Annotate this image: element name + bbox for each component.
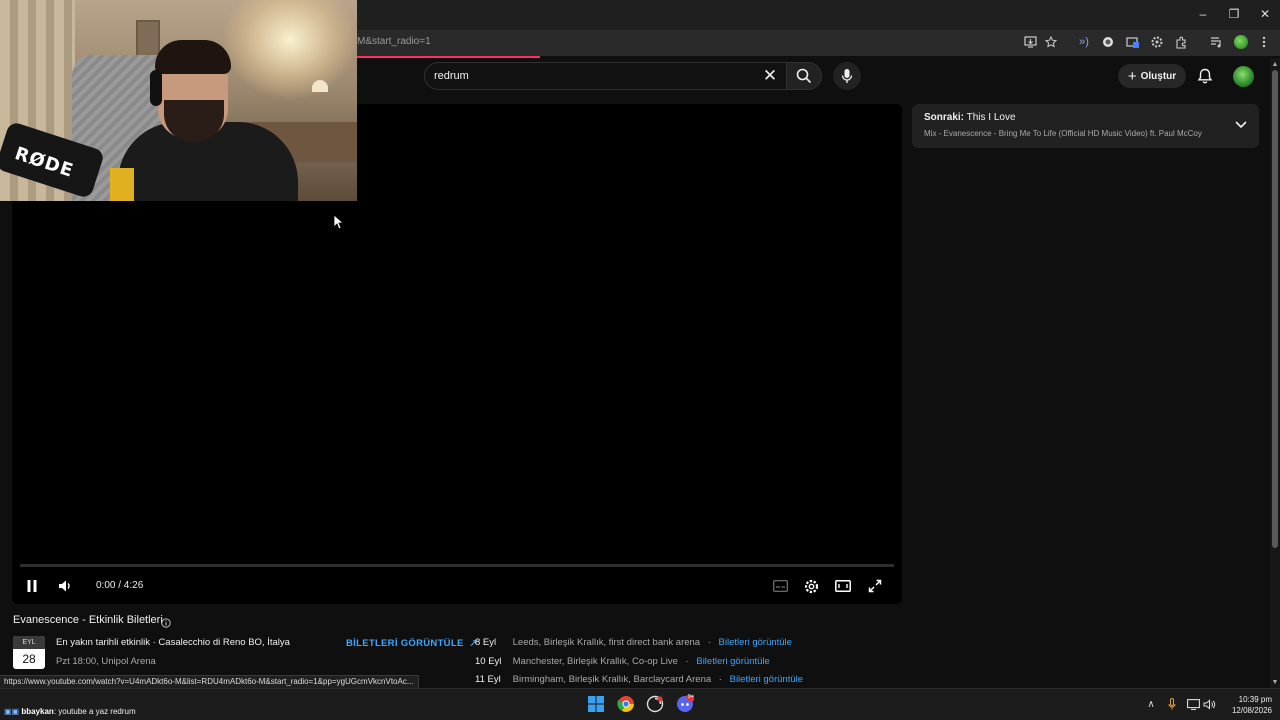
event-place: Birmingham, Birleşik Krallık, Barclaycar… [512,674,712,685]
search-icon [796,68,812,84]
mouse-cursor-icon [333,214,345,230]
settings-button[interactable] [801,576,821,596]
view-tickets-label: BİLETLERİ GÖRÜNTÜLE [346,638,464,649]
webcam-person-hair [155,40,231,74]
search-query[interactable]: redrum [434,70,469,82]
theater-mode-button[interactable] [833,576,853,596]
stream-chat-overlay: ▣▣ bbaykan: youtube a yaz redrum [4,707,136,716]
up-next-card[interactable] [912,104,1259,148]
gear-extension-icon[interactable] [1150,35,1164,49]
bookmark-star-icon[interactable] [1044,35,1058,49]
clock-date: 12/08/2026 [1231,706,1272,715]
up-next-subtitle: Mix - Evanescence - Bring Me To Life (Of… [924,129,1202,138]
search-input[interactable] [424,62,786,90]
discord-badge: 9+ [688,694,694,700]
chrome-taskbar-icon[interactable] [617,695,635,713]
tickets-section-title: Evanescence - Etkinlik Biletleri [13,614,163,626]
chat-badge-icon: ▣▣ [4,707,22,716]
search-button[interactable] [786,62,822,90]
restore-button[interactable]: ❐ [1219,0,1249,28]
scrollbar-thumb[interactable] [1272,70,1278,548]
media-queue-icon[interactable] [1209,35,1223,49]
voice-search-button[interactable] [833,62,861,90]
webcam-mic-mount [110,168,134,201]
webcam-wall-picture [136,20,160,58]
create-button[interactable]: + Oluştur [1118,64,1186,88]
tab-search-extension-icon[interactable] [1126,35,1140,49]
video-time: 0:00 / 4:26 [96,580,144,591]
event-date: 11 Eyl [475,674,501,685]
windows-taskbar [0,688,1280,720]
event-tickets-link[interactable]: Biletleri görüntüle [730,674,803,685]
tray-microphone-icon[interactable] [1165,698,1179,710]
chevron-down-icon[interactable] [1232,118,1250,132]
nearest-event-title: En yakın tarihli etkinlik · Casalecchio … [56,637,290,648]
event-tickets-link[interactable]: Biletleri görüntüle [719,637,792,648]
gear-icon [804,579,818,593]
view-tickets-button[interactable]: BİLETLERİ GÖRÜNTÜLE ↗ [346,638,478,649]
audio-extension-icon[interactable]: ») [1077,35,1091,49]
install-app-icon[interactable] [1023,35,1037,49]
event-tickets-link[interactable]: Biletleri görüntüle [696,656,769,667]
pause-button[interactable] [22,576,42,596]
subtitles-icon [772,580,788,592]
pause-icon [27,580,37,592]
info-icon[interactable] [161,615,171,628]
nearest-event-venue: Pzt 18:00, Unipol Arena [56,656,156,667]
browser-profile-icon[interactable] [1234,35,1248,49]
puzzle-extensions-icon[interactable] [1174,35,1188,49]
event-place: Leeds, Birleşik Krallık, first direct ba… [512,637,701,648]
browser-more-icon[interactable] [1257,35,1271,49]
screen: – ❐ ✕ M&start_radio=1 ») redrum ✕ + Oluş… [0,0,1280,720]
calendar-day: 28 [22,652,36,666]
fullscreen-button[interactable] [865,576,885,596]
up-next-prefix: Sonraki: [924,112,965,123]
event-row: 11 Eyl Birmingham, Birleşik Krallık, Bar… [475,674,803,685]
url-text[interactable]: M&start_radio=1 [357,36,431,47]
event-row: 10 Eyl Manchester, Birleşik Krallık, Co-… [475,656,770,667]
up-next-video-title: This I Love [966,112,1016,123]
up-next-title: Sonraki: This I Love [924,112,1016,123]
subtitles-button[interactable] [770,576,790,596]
volume-icon [59,580,70,592]
minimize-button[interactable]: – [1188,0,1218,28]
tray-volume-icon[interactable] [1202,698,1216,710]
clear-search-icon[interactable]: ✕ [760,66,780,86]
webcam-headphone [150,70,162,106]
event-date: 10 Eyl [475,656,502,667]
tray-overflow-icon[interactable]: ∧ [1144,698,1158,710]
event-date: 8 Eyl [475,637,497,648]
scroll-down-icon[interactable]: ▼ [1271,678,1279,686]
shield-extension-icon[interactable] [1101,35,1115,49]
separator-dot: · [718,674,722,685]
webcam-lamp [312,80,328,92]
separator-dot: · [707,637,711,648]
volume-button[interactable] [56,576,76,596]
separator-dot: · [685,656,689,667]
chat-username: bbaykan [21,707,54,716]
theater-icon [835,580,851,592]
system-clock[interactable]: 10:39 pm 12/08/2026 [1222,694,1272,716]
webcam-overlay: RØDE [0,0,357,201]
clock-time: 10:39 pm [1238,695,1272,704]
account-avatar[interactable] [1233,66,1254,87]
scroll-up-icon[interactable]: ▲ [1271,60,1279,68]
microphone-icon [841,69,853,83]
event-date-calendar: EYL 28 [13,636,45,669]
stream-app-taskbar-icon[interactable] [646,695,664,713]
create-button-label: Oluştur [1140,70,1177,82]
chat-message: : youtube a yaz redrum [53,707,136,716]
windows-start-icon[interactable] [587,695,605,713]
event-place: Manchester, Birleşik Krallık, Co-op Live [512,656,678,667]
tray-network-icon[interactable] [1186,698,1200,710]
link-status-bar: https://www.youtube.com/watch?v=U4mADkt6… [0,675,419,688]
close-window-button[interactable]: ✕ [1250,0,1280,28]
event-row: 8 Eyl Leeds, Birleşik Krallık, first dir… [475,637,792,648]
calendar-month: EYL [13,636,45,649]
fullscreen-icon [868,579,882,593]
plus-icon: + [1127,67,1137,85]
video-progress-bar[interactable] [20,564,894,567]
notifications-bell-icon[interactable] [1196,67,1214,85]
